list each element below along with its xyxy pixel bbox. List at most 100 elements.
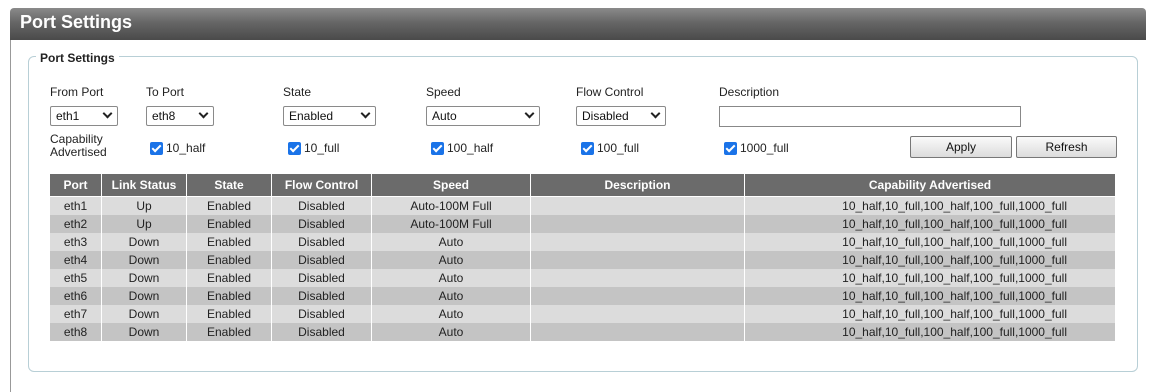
description-input[interactable] <box>719 106 1021 127</box>
cell-capability: 10_half,10_full,100_half,100_full,1000_f… <box>744 251 1116 269</box>
cell-speed: Auto <box>371 269 531 287</box>
cell-state: Enabled <box>186 323 272 341</box>
speed-value: Auto <box>432 109 457 123</box>
flow-control-value: Disabled <box>582 109 629 123</box>
cell-flow-control: Disabled <box>271 287 372 305</box>
to-port-select[interactable]: eth8 <box>146 106 214 126</box>
cell-port: eth3 <box>49 233 102 251</box>
cell-port: eth1 <box>49 196 102 215</box>
cell-description <box>530 305 745 323</box>
cell-state: Enabled <box>186 215 272 233</box>
from-port-select[interactable]: eth1 <box>50 106 118 126</box>
cell-state: Enabled <box>186 269 272 287</box>
cell-flow-control: Disabled <box>271 323 372 341</box>
from-port-label: From Port <box>50 85 104 99</box>
table-row: eth2 Up Enabled Disabled Auto-100M Full 10_ha… <box>49 215 1116 233</box>
cell-description <box>530 233 745 251</box>
flow-control-select[interactable]: Disabled <box>576 106 666 126</box>
checkbox-checked-icon <box>431 141 444 155</box>
cell-capability: 10_half,10_full,100_half,100_full,1000_f… <box>744 196 1116 215</box>
table-row: eth7 Down Enabled Disabled Auto 10_half,10_fu… <box>49 305 1116 323</box>
cell-description <box>530 251 745 269</box>
table-body: eth1 Up Enabled Disabled Auto-100M Full 10_ha… <box>49 196 1116 341</box>
cell-capability: 10_half,10_full,100_half,100_full,1000_f… <box>744 233 1116 251</box>
cell-state: Enabled <box>186 251 272 269</box>
capability-advertised-label: Capability Advertised <box>50 132 107 159</box>
cell-capability: 10_half,10_full,100_half,100_full,1000_f… <box>744 323 1116 341</box>
chevron-down-icon <box>198 108 209 119</box>
page-title-bar: Port Settings <box>10 8 1146 40</box>
cell-link-status: Up <box>101 215 187 233</box>
cell-speed: Auto <box>371 251 531 269</box>
checkbox-checked-icon <box>150 141 163 155</box>
cell-port: eth6 <box>49 287 102 305</box>
speed-select[interactable]: Auto <box>426 106 540 126</box>
to-port-value: eth8 <box>152 109 176 123</box>
cell-port: eth7 <box>49 305 102 323</box>
capability-1000-full-checkbox[interactable]: 1000_full <box>724 141 789 155</box>
state-select[interactable]: Enabled <box>283 106 376 126</box>
table-row: eth6 Down Enabled Disabled Auto 10_half,10_fu… <box>49 287 1116 305</box>
cell-flow-control: Disabled <box>271 305 372 323</box>
chevron-down-icon <box>360 108 371 119</box>
cell-speed: Auto <box>371 287 531 305</box>
checkbox-checked-icon <box>288 141 301 155</box>
cell-link-status: Down <box>101 269 187 287</box>
cell-state: Enabled <box>186 305 272 323</box>
column-header-speed: Speed <box>371 173 531 197</box>
capability-100-full-checkbox[interactable]: 100_full <box>581 141 639 155</box>
table-row: eth3 Down Enabled Disabled Auto 10_half,10_fu… <box>49 233 1116 251</box>
cell-description <box>530 287 745 305</box>
cell-description <box>530 323 745 341</box>
chevron-down-icon <box>524 108 535 119</box>
cell-link-status: Down <box>101 233 187 251</box>
chevron-down-icon <box>650 108 661 119</box>
column-header-capability: Capability Advertised <box>744 173 1116 197</box>
cell-link-status: Down <box>101 305 187 323</box>
speed-label: Speed <box>426 85 461 99</box>
content-border <box>10 40 11 392</box>
cell-port: eth8 <box>49 323 102 341</box>
page-title: Port Settings <box>20 12 133 32</box>
state-value: Enabled <box>289 109 334 123</box>
cell-flow-control: Disabled <box>271 269 372 287</box>
capability-100-half-checkbox[interactable]: 100_half <box>431 141 493 155</box>
capability-10-half-checkbox[interactable]: 10_half <box>150 141 205 155</box>
table-header-row: Port Link Status State Flow Control Spee… <box>49 173 1116 197</box>
cell-port: eth4 <box>49 251 102 269</box>
checkbox-checked-icon <box>724 141 737 155</box>
table-row: eth4 Down Enabled Disabled Auto 10_half,10_fu… <box>49 251 1116 269</box>
cell-speed: Auto <box>371 233 531 251</box>
column-header-link-status: Link Status <box>101 173 187 197</box>
cell-link-status: Down <box>101 287 187 305</box>
cell-speed: Auto-100M Full <box>371 196 531 215</box>
checkbox-checked-icon <box>581 141 594 155</box>
cell-flow-control: Disabled <box>271 215 372 233</box>
to-port-label: To Port <box>146 85 185 99</box>
cell-link-status: Down <box>101 323 187 341</box>
cell-description <box>530 215 745 233</box>
column-header-port: Port <box>49 173 102 197</box>
flow-control-label: Flow Control <box>576 85 644 99</box>
cell-flow-control: Disabled <box>271 251 372 269</box>
cell-description <box>530 196 745 215</box>
column-header-state: State <box>186 173 272 197</box>
cell-state: Enabled <box>186 233 272 251</box>
cell-speed: Auto-100M Full <box>371 215 531 233</box>
state-label: State <box>283 85 312 99</box>
cell-port: eth2 <box>49 215 102 233</box>
apply-button[interactable]: Apply <box>910 136 1012 158</box>
cell-capability: 10_half,10_full,100_half,100_full,1000_f… <box>744 305 1116 323</box>
cell-link-status: Up <box>101 196 187 215</box>
cell-capability: 10_half,10_full,100_half,100_full,1000_f… <box>744 269 1116 287</box>
from-port-value: eth1 <box>56 109 80 123</box>
refresh-button[interactable]: Refresh <box>1016 136 1117 158</box>
chevron-down-icon <box>102 108 113 119</box>
cell-capability: 10_half,10_full,100_half,100_full,1000_f… <box>744 287 1116 305</box>
table-row: eth5 Down Enabled Disabled Auto 10_half,10_fu… <box>49 269 1116 287</box>
table-row: eth1 Up Enabled Disabled Auto-100M Full 10_ha… <box>49 196 1116 215</box>
capability-10-full-checkbox[interactable]: 10_full <box>288 141 339 155</box>
cell-state: Enabled <box>186 287 272 305</box>
cell-capability: 10_half,10_full,100_half,100_full,1000_f… <box>744 215 1116 233</box>
cell-description <box>530 269 745 287</box>
